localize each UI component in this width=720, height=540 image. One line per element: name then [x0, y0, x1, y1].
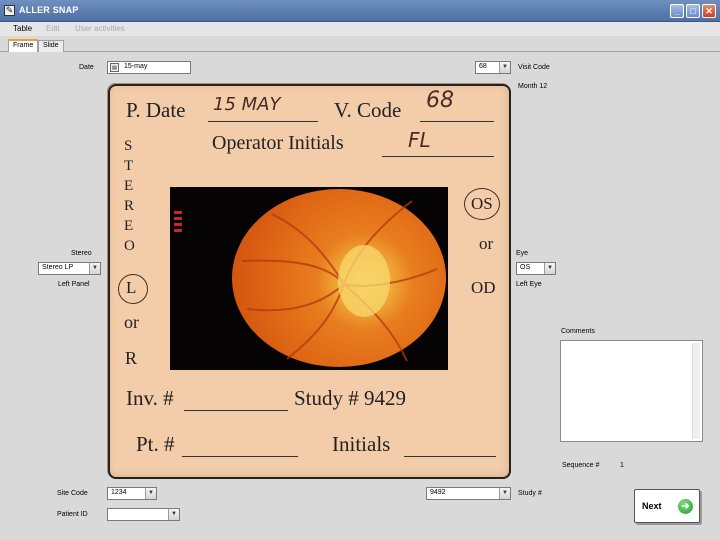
- site-code-label: Site Code: [57, 490, 88, 497]
- eye-select[interactable]: OS ▼: [516, 262, 556, 275]
- slide-v-code: V. Code: [334, 98, 402, 122]
- slide-od: OD: [471, 278, 496, 297]
- study-value: 9492: [430, 489, 446, 496]
- film-marks: [174, 211, 182, 235]
- left-eye-label: Left Eye: [516, 281, 542, 288]
- date-picker[interactable]: ▤ 15-may: [107, 61, 191, 74]
- site-code-select[interactable]: 1234 ▼: [107, 487, 157, 500]
- menu-bar: Table Edit User activities: [0, 22, 720, 36]
- stereo-letter: T: [124, 158, 134, 174]
- stereo-letter: R: [124, 198, 135, 214]
- visit-code-value: 68: [479, 63, 487, 70]
- maximize-button[interactable]: □: [686, 4, 700, 18]
- menu-table[interactable]: Table: [13, 24, 32, 33]
- patient-id-label: Patient ID: [57, 511, 88, 518]
- app-icon: ✎: [4, 5, 15, 16]
- tab-slide[interactable]: Slide: [38, 40, 64, 52]
- comments-textarea[interactable]: [560, 340, 703, 442]
- slide-or-2: or: [479, 234, 494, 253]
- visit-code-select[interactable]: 68 ▼: [475, 61, 511, 74]
- window-title: ALLER SNAP: [19, 5, 79, 15]
- left-panel-label: Left Panel: [58, 281, 90, 288]
- stereo-letter: S: [124, 138, 133, 154]
- next-button[interactable]: Next ➜: [634, 489, 700, 523]
- slide-inv: Inv. #: [126, 386, 174, 410]
- visit-code-label: Visit Code: [518, 64, 550, 71]
- slide-initials: Initials: [332, 432, 391, 456]
- eye-value: OS: [520, 264, 531, 271]
- arrow-right-icon: ➜: [678, 499, 693, 514]
- retina-image: [232, 189, 446, 367]
- chevron-down-icon[interactable]: ▼: [544, 263, 555, 274]
- retina-vessels: [241, 200, 438, 362]
- chevron-down-icon[interactable]: ▼: [499, 62, 510, 73]
- eye-label: Eye: [516, 250, 529, 257]
- slide-l-mark: L: [126, 278, 137, 297]
- tab-frame[interactable]: Frame: [8, 39, 39, 52]
- comments-label: Comments: [561, 328, 595, 335]
- date-label: Date: [79, 64, 94, 71]
- stereo-letter: O: [124, 238, 135, 254]
- month-label: Month 12: [518, 83, 548, 90]
- slide-r-mark: R: [125, 348, 138, 368]
- sequence-value: 1: [620, 462, 624, 469]
- slide-pt: Pt. #: [136, 432, 175, 456]
- next-label: Next: [642, 501, 662, 511]
- stereo-value: Stereo LP: [42, 264, 74, 271]
- slide-or-1: or: [124, 312, 139, 332]
- patient-id-select[interactable]: ▼: [107, 508, 180, 521]
- stereo-select[interactable]: Stereo LP ▼: [38, 262, 101, 275]
- close-button[interactable]: ✕: [702, 4, 716, 18]
- slide-os: OS: [471, 194, 493, 213]
- site-code-value: 1234: [111, 489, 127, 496]
- study-select[interactable]: 9492 ▼: [426, 487, 511, 500]
- calendar-icon[interactable]: ▤: [110, 63, 119, 72]
- chevron-down-icon[interactable]: ▼: [499, 488, 510, 499]
- slide-operator: Operator Initials: [212, 132, 344, 154]
- menu-user-activities[interactable]: User activities: [75, 24, 125, 33]
- study-label: Study #: [518, 490, 542, 497]
- stereo-label: Stereo: [71, 250, 92, 257]
- stereo-letter: E: [124, 178, 134, 194]
- slide-v-code-hand: 68: [426, 88, 454, 113]
- chevron-down-icon[interactable]: ▼: [168, 509, 179, 520]
- date-value: 15-may: [124, 63, 148, 70]
- chevron-down-icon[interactable]: ▼: [145, 488, 156, 499]
- tab-strip: Frame Slide: [0, 36, 720, 52]
- slide-image: P. Date 15 MAY V. Code 68 Operator Initi…: [107, 83, 511, 479]
- slide-operator-hand: FL: [408, 128, 431, 152]
- slide-p-date-hand: 15 MAY: [213, 94, 281, 115]
- comments-scrollbar[interactable]: [692, 343, 700, 439]
- slide-p-date: P. Date: [126, 98, 186, 122]
- menu-edit[interactable]: Edit: [46, 24, 60, 33]
- title-bar: ✎ ALLER SNAP _ □ ✕: [0, 0, 720, 22]
- stereo-letter: E: [124, 218, 134, 234]
- chevron-down-icon[interactable]: ▼: [89, 263, 100, 274]
- slide-study: Study # 9429: [294, 386, 407, 410]
- sequence-label: Sequence #: [562, 462, 600, 469]
- minimize-button[interactable]: _: [670, 4, 684, 18]
- fundus-photo: [170, 187, 448, 370]
